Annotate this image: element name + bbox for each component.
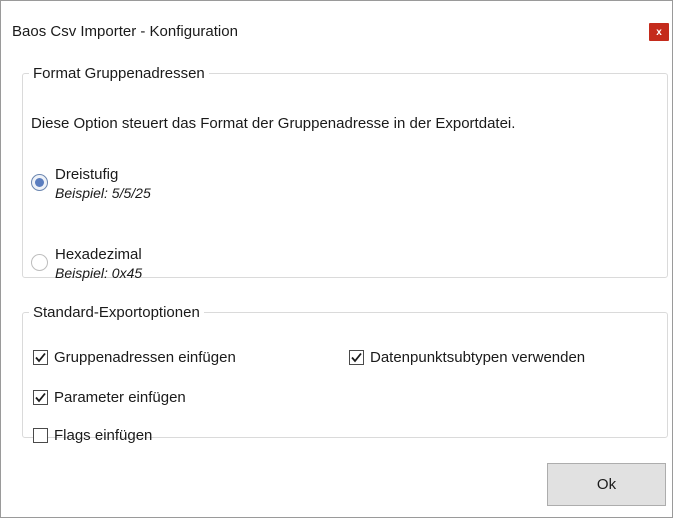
export-options-group: Standard-Exportoptionen Gruppenadressen … xyxy=(22,304,668,444)
checkbox-label-flags: Flags einfügen xyxy=(54,427,153,444)
checkbox-box-gruppenadressen[interactable] xyxy=(33,350,48,365)
checkbox-box-datenpunktsubtypen[interactable] xyxy=(349,350,364,365)
window-title: Baos Csv Importer - Konfiguration xyxy=(12,23,238,40)
radio-button-hexadezimal[interactable] xyxy=(31,254,48,271)
checkmark-icon xyxy=(351,352,362,363)
close-button[interactable]: x xyxy=(649,23,669,41)
checkbox-datenpunktsubtypen[interactable]: Datenpunktsubtypen verwenden xyxy=(349,349,585,366)
checkbox-label-gruppenadressen: Gruppenadressen einfügen xyxy=(54,349,236,366)
export-options-legend: Standard-Exportoptionen xyxy=(33,304,200,321)
checkbox-box-parameter[interactable] xyxy=(33,390,48,405)
checkbox-box-flags[interactable] xyxy=(33,428,48,443)
radio-example-hexadezimal: Beispiel: 0x45 xyxy=(55,265,143,281)
checkmark-icon xyxy=(35,352,46,363)
checkbox-gruppenadressen[interactable]: Gruppenadressen einfügen xyxy=(33,349,236,366)
format-group: Format Gruppenadressen Diese Option steu… xyxy=(22,65,668,281)
title-bar[interactable]: Baos Csv Importer - Konfiguration x xyxy=(1,1,672,53)
checkbox-flags[interactable]: Flags einfügen xyxy=(33,427,152,444)
checkbox-label-datenpunktsubtypen: Datenpunktsubtypen verwenden xyxy=(370,349,586,366)
checkbox-label-parameter: Parameter einfügen xyxy=(54,389,186,406)
checkbox-parameter[interactable]: Parameter einfügen xyxy=(33,389,186,406)
radio-label-dreistufig: Dreistufig xyxy=(55,166,119,183)
format-description: Diese Option steuert das Format der Grup… xyxy=(31,115,516,132)
close-icon: x xyxy=(656,26,662,38)
checkmark-icon xyxy=(35,392,46,403)
dialog-window: Baos Csv Importer - Konfiguration x Form… xyxy=(0,0,673,518)
radio-button-dreistufig[interactable] xyxy=(31,174,48,191)
radio-label-hexadezimal: Hexadezimal xyxy=(55,246,142,263)
format-group-legend: Format Gruppenadressen xyxy=(33,65,205,82)
ok-button[interactable]: Ok xyxy=(547,463,666,506)
radio-example-dreistufig: Beispiel: 5/5/25 xyxy=(55,185,151,201)
